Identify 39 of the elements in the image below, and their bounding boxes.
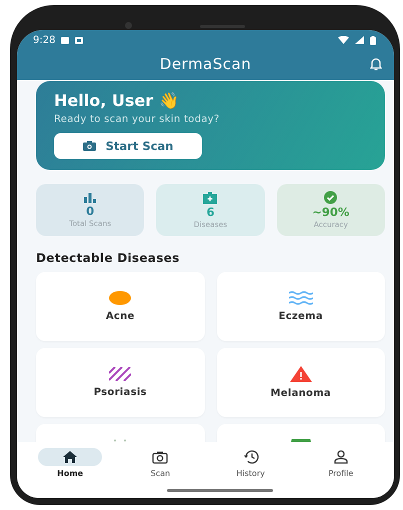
history-icon <box>242 450 259 464</box>
nav-tab[interactable]: Home <box>25 448 116 498</box>
start-scan-button[interactable]: Start Scan <box>54 133 202 159</box>
signal-icon <box>355 36 364 44</box>
verified-check-icon <box>324 191 338 204</box>
app-title: DermaScan <box>160 55 252 73</box>
greeting: Hello, User <box>54 91 154 110</box>
diagonal-stripes-icon <box>109 367 132 381</box>
camera-icon <box>152 450 168 464</box>
disease-name: Eczema <box>278 311 323 322</box>
bar-chart-icon <box>84 192 96 202</box>
stat-value: 6 <box>206 204 214 218</box>
disease-name: Melanoma <box>270 388 331 399</box>
bell-icon[interactable] <box>370 58 382 71</box>
camera-icon <box>82 141 96 151</box>
nav-tab[interactable]: Scan <box>115 448 206 498</box>
disease-card[interactable]: Acne <box>36 272 204 341</box>
subtitle: Ready to scan your skin today? <box>54 114 220 125</box>
wifi-icon <box>338 36 349 44</box>
medical-kit-icon <box>203 192 218 204</box>
home-icon <box>63 451 78 463</box>
disease-card[interactable]: Melanoma <box>216 348 385 417</box>
wave-emoji: 👋 <box>159 91 180 110</box>
disease-card[interactable]: Psoriasis <box>36 348 204 417</box>
nav-tab[interactable]: History <box>206 448 296 498</box>
warning-icon <box>290 366 312 382</box>
waves-icon <box>288 291 313 305</box>
camera-lens-icon <box>125 22 132 29</box>
person-icon <box>334 450 348 464</box>
status-time: 9:28 <box>33 34 56 46</box>
stat-value: ~90% <box>312 205 350 219</box>
disease-name: Psoriasis <box>94 387 147 398</box>
stat-value: 0 <box>86 204 94 218</box>
disease-card[interactable]: Eczema <box>216 272 385 341</box>
disease-name: Acne <box>106 311 135 322</box>
battery-icon <box>370 36 376 44</box>
dot-icon <box>109 291 132 305</box>
section-title: Detectable Diseases <box>36 251 181 265</box>
nav-tab[interactable]: Profile <box>296 448 386 498</box>
